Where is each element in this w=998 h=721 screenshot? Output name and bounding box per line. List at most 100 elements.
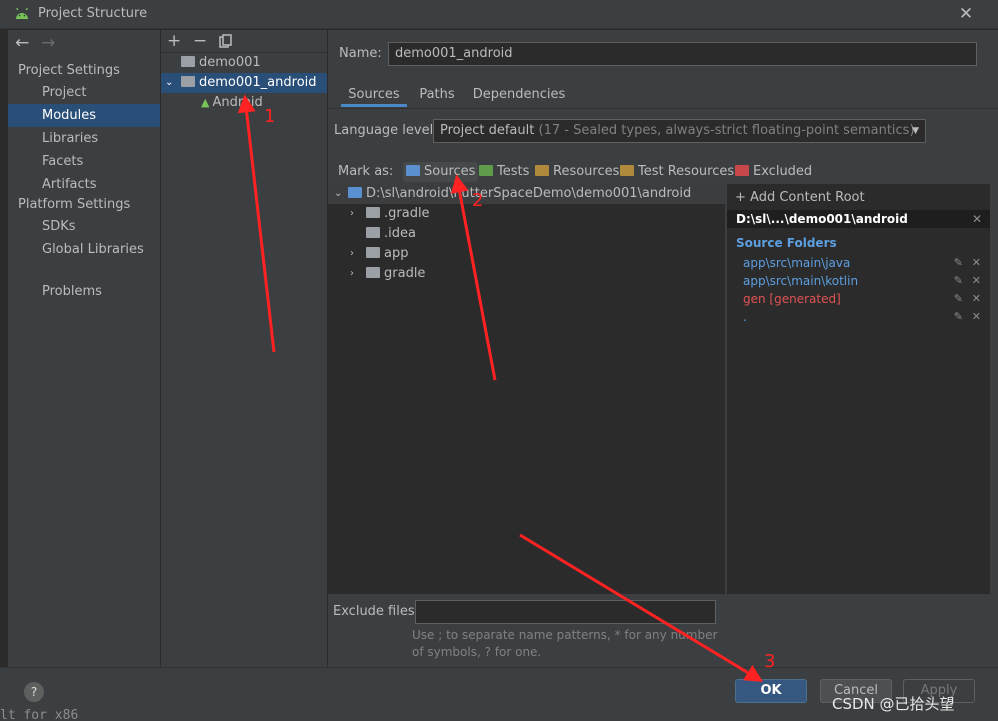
tree-item-gradle-hidden[interactable]: › .gradle — [328, 204, 725, 224]
tree-item-idea[interactable]: .idea — [328, 224, 725, 244]
help-button[interactable]: ? — [24, 682, 44, 702]
annotation-2: 2 — [472, 190, 484, 211]
excluded-folder-icon — [735, 165, 749, 176]
source-folder-path: app\src\main\java — [743, 256, 851, 270]
exclude-files-label: Exclude files: — [333, 604, 420, 619]
sidebar-item-problems[interactable]: Problems — [8, 280, 160, 303]
edit-icon[interactable]: ✎ — [954, 254, 963, 272]
sidebar-item-modules[interactable]: Modules — [8, 104, 160, 127]
content-root-header: D:\sl\...\demo001\android ✕ — [727, 210, 990, 228]
source-folder-row[interactable]: . ✎ ✕ — [743, 308, 983, 326]
sidebar-item-libraries[interactable]: Libraries — [8, 127, 160, 150]
mark-resources-button[interactable]: Resources — [532, 162, 622, 182]
background-console-text: lt for x86 — [0, 708, 79, 721]
android-icon — [16, 7, 28, 19]
platform-settings-header: Platform Settings — [18, 197, 131, 212]
mark-test-resources-button[interactable]: Test Resources — [617, 162, 737, 182]
remove-icon[interactable]: ✕ — [972, 254, 981, 272]
remove-icon[interactable]: ✕ — [972, 290, 981, 308]
name-label: Name: — [339, 46, 382, 61]
module-label: demo001_android — [199, 75, 317, 90]
edit-icon[interactable]: ✎ — [954, 272, 963, 290]
mark-as-label: Mark as: — [338, 164, 394, 179]
module-item-demo001-android[interactable]: ⌄ demo001_android — [161, 73, 327, 93]
chevron-down-icon[interactable]: ⌄ — [334, 184, 342, 204]
folder-icon — [366, 227, 380, 238]
tree-item-label: app — [384, 246, 409, 261]
mark-tests-button[interactable]: Tests — [476, 162, 532, 182]
folder-icon — [348, 187, 362, 198]
mark-excluded-button[interactable]: Excluded — [732, 162, 815, 182]
title-bar: Project Structure ✕ — [0, 0, 998, 29]
edit-icon[interactable]: ✎ — [954, 308, 963, 326]
mark-sources-button[interactable]: Sources — [403, 162, 479, 182]
remove-content-root-icon[interactable]: ✕ — [972, 210, 982, 228]
window-title: Project Structure — [38, 6, 148, 21]
remove-icon[interactable]: ✕ — [972, 308, 981, 326]
module-folder-icon — [181, 56, 195, 67]
mark-tests-label: Tests — [497, 164, 530, 179]
forward-arrow-icon[interactable]: → — [41, 33, 55, 53]
watermark: CSDN @已拾头望 — [832, 695, 955, 713]
module-item-demo001[interactable]: demo001 — [161, 53, 327, 73]
sidebar-item-project[interactable]: Project — [8, 81, 160, 104]
mark-resources-label: Resources — [553, 164, 620, 179]
exclude-hint-line2: of symbols, ? for one. — [412, 645, 542, 659]
tests-folder-icon — [479, 165, 493, 176]
chevron-right-icon[interactable]: › — [350, 244, 354, 264]
facet-label: Android — [212, 95, 263, 110]
sources-folder-icon — [406, 165, 420, 176]
divider — [328, 108, 998, 109]
tree-item-label: .idea — [384, 226, 416, 241]
edit-icon[interactable]: ✎ — [954, 290, 963, 308]
sidebar-item-facets[interactable]: Facets — [8, 150, 160, 173]
android-icon: ▲ — [201, 96, 210, 109]
chevron-down-icon[interactable]: ⌄ — [165, 73, 173, 93]
sidebar-item-artifacts[interactable]: Artifacts — [8, 173, 160, 196]
module-label: demo001 — [199, 55, 261, 70]
folder-icon — [366, 207, 380, 218]
tab-paths[interactable]: Paths — [414, 83, 460, 107]
annotation-3: 3 — [764, 651, 776, 672]
source-folder-row[interactable]: app\src\main\kotlin ✎ ✕ — [743, 272, 983, 290]
tab-dependencies[interactable]: Dependencies — [470, 83, 568, 107]
source-folder-path: gen [generated] — [743, 292, 841, 306]
exclude-hint-line1: Use ; to separate name patterns, * for a… — [412, 628, 718, 642]
tree-item-gradle[interactable]: › gradle — [328, 264, 725, 284]
module-name-field[interactable]: demo001_android — [388, 42, 977, 66]
facet-item-android[interactable]: ▲ Android — [161, 93, 327, 113]
language-level-value: Project default — [440, 123, 535, 138]
chevron-right-icon[interactable]: › — [350, 204, 354, 224]
source-folders-header: Source Folders — [736, 236, 837, 250]
source-folder-row[interactable]: gen [generated] ✎ ✕ — [743, 290, 983, 308]
tree-root-row[interactable]: ⌄ D:\sl\android\flutterSpaceDemo\demo001… — [328, 184, 725, 204]
ok-button[interactable]: OK — [735, 679, 807, 703]
project-settings-header: Project Settings — [18, 63, 120, 78]
chevron-right-icon[interactable]: › — [350, 264, 354, 284]
language-level-select[interactable]: Project default (17 - Sealed types, alwa… — [433, 119, 926, 143]
tab-sources[interactable]: Sources — [341, 83, 407, 107]
content-root-path: D:\sl\...\demo001\android — [736, 212, 908, 226]
sidebar-item-global-libraries[interactable]: Global Libraries — [8, 238, 160, 261]
remove-module-icon[interactable]: − — [193, 31, 207, 51]
close-icon[interactable]: ✕ — [956, 4, 976, 24]
mark-sources-label: Sources — [424, 164, 476, 179]
mark-excluded-label: Excluded — [753, 164, 813, 179]
source-folder-row[interactable]: app\src\main\java ✎ ✕ — [743, 254, 983, 272]
tree-item-app[interactable]: › app — [328, 244, 725, 264]
module-folder-icon — [181, 76, 195, 87]
tree-item-label: .gradle — [384, 206, 430, 221]
dropdown-arrow-icon: ▼ — [912, 126, 919, 136]
mark-test-resources-label: Test Resources — [638, 164, 735, 179]
tree-item-label: gradle — [384, 266, 426, 281]
source-folder-path: app\src\main\kotlin — [743, 274, 859, 288]
add-module-icon[interactable]: + — [167, 31, 181, 51]
back-arrow-icon[interactable]: ← — [15, 33, 29, 53]
add-content-root-link[interactable]: + Add Content Root — [735, 190, 865, 205]
exclude-files-field[interactable] — [415, 600, 716, 624]
resources-folder-icon — [535, 165, 549, 176]
remove-icon[interactable]: ✕ — [972, 272, 981, 290]
copy-icon[interactable] — [219, 34, 233, 48]
language-level-hint: (17 - Sealed types, always-strict floati… — [538, 123, 915, 138]
sidebar-item-sdks[interactable]: SDKs — [8, 215, 160, 238]
